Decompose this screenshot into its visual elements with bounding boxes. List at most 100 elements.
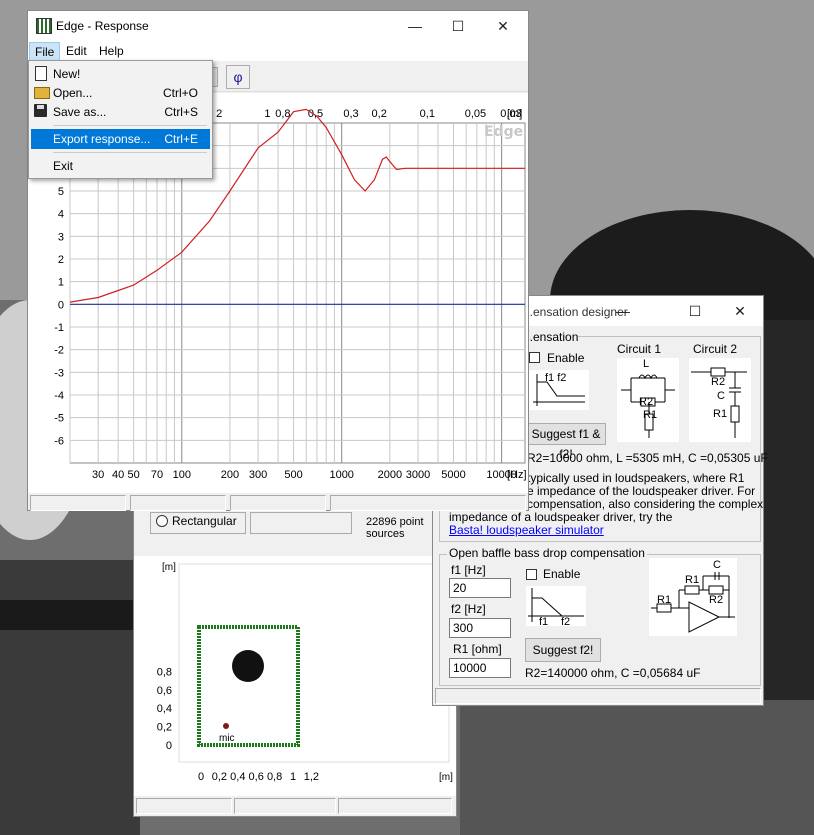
plot-y-unit: [m] — [162, 562, 176, 573]
menu-edit[interactable]: Edit — [66, 44, 87, 58]
file-menu: New! Open... Ctrl+O Save as... Ctrl+S Ex… — [28, 60, 213, 179]
y-tick-label: 0,8 — [157, 666, 172, 678]
menu-item-label: New! — [53, 67, 81, 81]
status-cell-3 — [338, 798, 452, 814]
f1-f2-sketch-label: f1 f2 — [545, 372, 567, 384]
y-tick-label: -5 — [54, 413, 64, 425]
comp-group-2-title: Open baffle bass drop compensation — [447, 546, 647, 560]
r1-input[interactable]: 10000 — [449, 658, 511, 678]
status-cell-2 — [234, 798, 336, 814]
top-tick-label: 0,3 — [343, 108, 358, 120]
top-tick-label: 0,2 — [372, 108, 387, 120]
x-tick-label: 1000 — [329, 469, 353, 481]
x-tick-label: 0 — [198, 771, 204, 783]
c1-l-label: L — [643, 358, 650, 370]
minimize-button[interactable]: — — [395, 11, 435, 41]
enable-checkbox[interactable] — [529, 352, 540, 363]
menu-item-shortcut: Ctrl+E — [164, 132, 198, 146]
minimize-button[interactable]: — — [603, 296, 643, 326]
rectangular-label: Rectangular — [172, 514, 237, 528]
driver-circle — [232, 650, 264, 682]
open-folder-icon — [34, 87, 50, 99]
menu-separator — [53, 152, 207, 153]
menu-file[interactable]: File — [29, 42, 61, 62]
close-button[interactable]: ✕ — [483, 11, 523, 41]
menu-item-save-as[interactable]: Save as... Ctrl+S — [31, 102, 210, 122]
bass-drop-sketch — [526, 586, 586, 626]
status-cell-1 — [30, 495, 126, 511]
menu-item-new[interactable]: New! — [31, 64, 210, 84]
c1-r1-label: R1 — [643, 409, 658, 421]
x-tick-label: 0,6 — [249, 771, 264, 783]
opamp-r1b-label: R1 — [657, 594, 672, 606]
desc-line-2: e impedance of the loudspeaker driver. F… — [527, 484, 756, 498]
suggest-f1-f2-button[interactable]: Suggest f1 & f2! — [526, 423, 606, 461]
top-tick-label: 0,5 — [308, 108, 323, 120]
maximize-button[interactable]: ☐ — [675, 296, 715, 326]
x-tick-label: 1,2 — [304, 771, 319, 783]
mic-label: mic — [219, 733, 235, 744]
menu-item-export-response[interactable]: Export response... Ctrl+E — [31, 129, 210, 149]
mic-marker — [223, 723, 229, 729]
f2-hz-label: f2 [Hz] — [451, 602, 486, 616]
top-tick-label: 2 — [216, 108, 222, 120]
status-cell-1 — [136, 798, 232, 814]
menu-item-shortcut: Ctrl+O — [162, 86, 198, 100]
x-tick-label: 500 — [284, 469, 302, 481]
menu-item-label: Save as... — [53, 105, 107, 119]
result-2: R2=140000 ohm, C =0,05684 uF — [525, 666, 701, 680]
menu-separator — [53, 125, 207, 126]
c2-r1-label: R1 — [713, 408, 728, 420]
comp-group-1-title: ...ensation — [523, 330, 579, 344]
maximize-button[interactable]: ☐ — [438, 11, 478, 41]
menu-item-open[interactable]: Open... Ctrl+O — [31, 83, 210, 103]
floppy-label-icon — [37, 105, 44, 109]
opamp-r1a-label: R1 — [685, 574, 700, 586]
plot-x-unit: [m] — [439, 772, 453, 783]
opamp-c-label: C — [713, 559, 721, 571]
result-1: R2=10000 ohm, L =5305 mH, C =0,05305 uF — [527, 451, 768, 465]
x-tick-label: 3000 — [406, 469, 430, 481]
y-tick-label: 0,6 — [157, 685, 172, 697]
x-tick-label: 100 — [173, 469, 191, 481]
close-button[interactable]: ✕ — [720, 296, 760, 326]
menu-item-exit[interactable]: Exit — [31, 156, 210, 176]
x-unit-label: [Hz] — [507, 469, 527, 481]
new-document-icon — [35, 66, 47, 81]
enable2-label: Enable — [543, 567, 581, 581]
top-unit-label: [m] — [507, 108, 522, 120]
enable2-checkbox[interactable] — [526, 569, 537, 580]
basta-link[interactable]: Basta! loudspeaker simulator — [449, 523, 604, 537]
y-tick-label: 2 — [58, 254, 64, 266]
desc-line-3: compensation, also considering the compl… — [527, 497, 764, 511]
x-tick-label: 0,8 — [267, 771, 282, 783]
radio-circle-icon[interactable] — [156, 515, 168, 527]
comp-status — [435, 688, 761, 704]
menu-item-label: Exit — [53, 159, 74, 173]
status-cell-3 — [230, 495, 326, 511]
y-tick-label: -3 — [54, 367, 64, 379]
watermark: Edge — [484, 124, 524, 140]
source-window: Rectangular 22896 point sources mic [m] … — [133, 505, 457, 817]
phase-button[interactable]: φ — [226, 65, 250, 89]
app-icon — [36, 18, 52, 34]
c1-r2-label: R2 — [639, 396, 654, 408]
top-tick-label: 0,1 — [420, 108, 435, 120]
x-tick-label: 0,4 — [230, 771, 245, 783]
menu-item-label: Open... — [53, 86, 93, 100]
x-tick-label: 200 — [221, 469, 239, 481]
x-tick-label: 300 — [249, 469, 267, 481]
r1-ohm-label: R1 [ohm] — [453, 642, 502, 656]
c2-r2-label: R2 — [711, 376, 726, 388]
point-sources-label: 22896 point sources — [366, 516, 424, 540]
x-tick-label: 2000 — [378, 469, 402, 481]
suggest-f2-button[interactable]: Suggest f2! — [525, 638, 601, 662]
f2-small-label: f2 — [561, 616, 571, 628]
y-tick-label: -1 — [54, 322, 64, 334]
f1-input[interactable]: 20 — [449, 578, 511, 598]
x-tick-label: 30 — [92, 469, 104, 481]
x-tick-label: 50 — [128, 469, 140, 481]
f2-input[interactable]: 300 — [449, 618, 511, 638]
menu-item-label: Export response... — [53, 132, 151, 146]
menu-help[interactable]: Help — [99, 44, 124, 58]
